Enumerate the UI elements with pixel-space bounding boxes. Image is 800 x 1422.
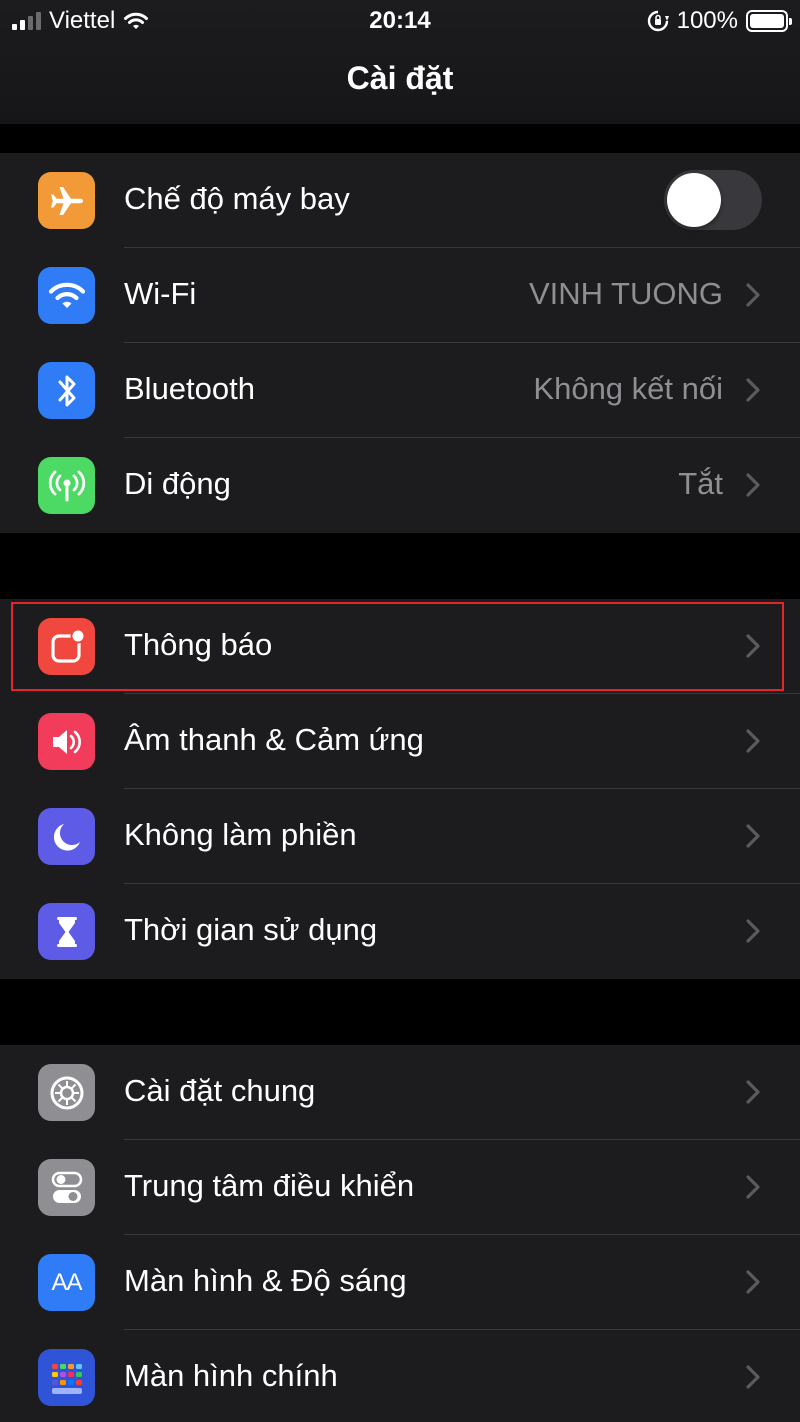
hourglass-icon <box>38 903 95 960</box>
page-title: Cài đặt <box>346 60 454 96</box>
settings-row-general[interactable]: Cài đặt chung <box>0 1045 800 1140</box>
cellular-label: Di động <box>124 466 231 501</box>
control-center-label: Trung tâm điều khiển <box>124 1168 415 1203</box>
settings-row-cellular[interactable]: Di động Tắt <box>0 438 800 533</box>
speaker-icon <box>38 713 95 770</box>
battery-icon <box>746 10 792 32</box>
chevron-right-icon <box>746 729 760 753</box>
airplane-mode-label: Chế độ máy bay <box>124 181 350 216</box>
sounds-haptics-label: Âm thanh & Cảm ứng <box>124 722 424 757</box>
display-brightness-label: Màn hình & Độ sáng <box>124 1263 407 1298</box>
cellular-status-value: Tắt <box>678 466 723 501</box>
airplane-icon <box>38 172 95 229</box>
bluetooth-icon <box>38 362 95 419</box>
chevron-right-icon <box>746 1175 760 1199</box>
settings-row-home-screen[interactable]: Màn hình chính <box>0 1330 800 1422</box>
chevron-right-icon <box>746 378 760 402</box>
wifi-icon <box>38 267 95 324</box>
settings-row-airplane-mode[interactable]: Chế độ máy bay <box>0 153 800 248</box>
general-label: Cài đặt chung <box>124 1073 316 1108</box>
chevron-right-icon <box>746 283 760 307</box>
home-screen-label: Màn hình chính <box>124 1358 338 1393</box>
connectivity-group: Chế độ máy bay Wi-Fi VINH TUONG Bluetoot… <box>0 153 800 533</box>
notifications-label: Thông báo <box>124 627 273 662</box>
settings-row-wifi[interactable]: Wi-Fi VINH TUONG <box>0 248 800 343</box>
moon-icon <box>38 808 95 865</box>
chevron-right-icon <box>746 1270 760 1294</box>
antenna-icon <box>38 457 95 514</box>
settings-row-screen-time[interactable]: Thời gian sử dụng <box>0 884 800 979</box>
status-bar: Viettel 20:14 100% <box>0 0 800 42</box>
notifications-icon <box>38 618 95 675</box>
notifications-group: Thông báo Âm thanh & Cảm ứng Không làm p… <box>0 599 800 979</box>
settings-row-do-not-disturb[interactable]: Không làm phiền <box>0 789 800 884</box>
top-bar: Viettel 20:14 100% Cài đặt <box>0 0 800 124</box>
wifi-label: Wi-Fi <box>124 276 197 311</box>
battery-percentage: 100% <box>676 7 738 34</box>
chevron-right-icon <box>746 634 760 658</box>
gear-icon <box>38 1064 95 1121</box>
wifi-network-value: VINH TUONG <box>528 276 723 311</box>
text-size-icon: AA <box>38 1254 95 1311</box>
text-size-glyph: AA <box>51 1268 82 1296</box>
settings-row-display-brightness[interactable]: AA Màn hình & Độ sáng <box>0 1235 800 1330</box>
settings-row-control-center[interactable]: Trung tâm điều khiển <box>0 1140 800 1235</box>
bluetooth-label: Bluetooth <box>124 371 255 406</box>
orientation-lock-icon <box>647 10 669 32</box>
switches-icon <box>38 1159 95 1216</box>
bluetooth-status-value: Không kết nối <box>533 371 723 406</box>
chevron-right-icon <box>746 1080 760 1104</box>
settings-row-bluetooth[interactable]: Bluetooth Không kết nối <box>0 343 800 438</box>
settings-row-notifications[interactable]: Thông báo <box>0 599 800 694</box>
settings-row-sounds-haptics[interactable]: Âm thanh & Cảm ứng <box>0 694 800 789</box>
airplane-mode-toggle[interactable] <box>664 170 762 230</box>
chevron-right-icon <box>746 473 760 497</box>
chevron-right-icon <box>746 919 760 943</box>
chevron-right-icon <box>746 824 760 848</box>
home-grid-icon <box>38 1349 95 1406</box>
general-group: Cài đặt chung Trung tâm điều khiển AA Mà… <box>0 1045 800 1422</box>
do-not-disturb-label: Không làm phiền <box>124 817 357 852</box>
chevron-right-icon <box>746 1365 760 1389</box>
screen-time-label: Thời gian sử dụng <box>124 912 378 947</box>
